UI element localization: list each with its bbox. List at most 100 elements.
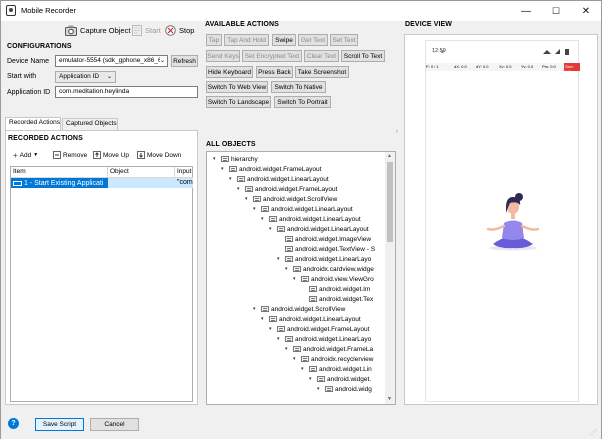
- node-icon: [285, 246, 293, 252]
- expand-chevron-icon[interactable]: ▾: [277, 256, 283, 262]
- tree-node[interactable]: android.widget.Im: [301, 284, 370, 294]
- start-button[interactable]: Start: [132, 23, 161, 37]
- tree-node[interactable]: ▾ android.widget.FrameLayout: [221, 164, 321, 174]
- expand-chevron-icon[interactable]: ▾: [253, 206, 259, 212]
- tree-node[interactable]: ▾ android.widget.LinearLayo: [277, 334, 371, 344]
- expand-chevron-icon[interactable]: ▾: [245, 196, 251, 202]
- sensor-dy: dY: 0.0: [476, 64, 489, 69]
- expand-chevron-icon[interactable]: ▾: [293, 276, 299, 282]
- help-icon[interactable]: ?: [8, 418, 19, 429]
- table-row[interactable]: 1 - Start Existing Applicati "com.m: [11, 178, 193, 188]
- save-script-button[interactable]: Save Script: [35, 418, 84, 431]
- expand-chevron-icon[interactable]: ▾: [317, 386, 323, 392]
- tree-node[interactable]: ▾ android.widget.LinearLayo: [277, 254, 371, 264]
- move-up-button[interactable]: Move Up: [93, 150, 129, 160]
- hide-keyboard-button[interactable]: Hide Keyboard: [206, 66, 253, 78]
- tree-node[interactable]: ▾ android.widget.FrameLa: [285, 344, 373, 354]
- column-header-object[interactable]: Object: [108, 167, 175, 178]
- take-screenshot-button[interactable]: Take Screenshot: [295, 66, 349, 78]
- expand-chevron-icon[interactable]: ▾: [269, 226, 275, 232]
- stop-button[interactable]: Stop: [165, 23, 194, 37]
- set-encrypted-text-button[interactable]: Set Encrypted Text: [242, 50, 302, 62]
- expand-chevron-icon[interactable]: ▾: [253, 306, 259, 312]
- swipe-button[interactable]: Swipe: [272, 34, 296, 46]
- switch-to-landscape-button[interactable]: Switch To Landscape: [206, 96, 271, 108]
- refresh-button[interactable]: Refresh: [171, 55, 198, 67]
- stop-label: Stop: [179, 25, 195, 35]
- expand-chevron-icon[interactable]: ▾: [269, 326, 275, 332]
- node-icon: [221, 156, 229, 162]
- capture-object-button[interactable]: Capture Object: [65, 23, 130, 37]
- remove-button[interactable]: Remove: [53, 150, 87, 160]
- node-icon: [245, 186, 253, 192]
- cancel-button[interactable]: Cancel: [90, 418, 139, 431]
- tree-node[interactable]: ▾ android.widget.LinearLayout: [269, 224, 369, 234]
- get-text-button[interactable]: Get Text: [298, 34, 328, 46]
- add-button[interactable]: + Add ▼: [13, 150, 38, 160]
- close-button[interactable]: ✕: [571, 1, 601, 21]
- send-keys-button[interactable]: Send Keys: [206, 50, 240, 62]
- tree-node[interactable]: ▾ androidx.recyclerview: [293, 354, 374, 364]
- column-header-item[interactable]: Item: [11, 167, 108, 178]
- tree-node[interactable]: ▾ android.widget.FrameLayout: [237, 184, 337, 194]
- tab-captured-objects[interactable]: Captured Objects: [62, 118, 118, 130]
- switch-to-native-button[interactable]: Switch To Native: [271, 81, 326, 93]
- tree-node[interactable]: ▾ android.widget.LinearLayout: [253, 204, 353, 214]
- expand-chevron-icon[interactable]: ▾: [309, 376, 315, 382]
- tree-node[interactable]: ▾ androidx.cardview.widge: [285, 264, 374, 274]
- minimize-button[interactable]: —: [511, 1, 541, 21]
- expand-chevron-icon[interactable]: ▾: [285, 346, 291, 352]
- expand-chevron-icon[interactable]: ▾: [237, 186, 243, 192]
- splitter-handle[interactable]: ‹: [396, 129, 401, 137]
- clear-text-button[interactable]: Clear Text: [304, 50, 339, 62]
- switch-to-web-view-button[interactable]: Switch To Web View: [206, 81, 268, 93]
- start-with-select[interactable]: Application ID ⌄: [55, 71, 116, 83]
- capture-object-label: Capture Object: [80, 25, 131, 35]
- switch-to-portrait-button[interactable]: Switch To Portrait: [274, 96, 331, 108]
- expand-chevron-icon[interactable]: ▾: [261, 216, 267, 222]
- tree-node[interactable]: android.widget.ImageView: [277, 234, 371, 244]
- set-text-button[interactable]: Set Text: [330, 34, 358, 46]
- expand-chevron-icon[interactable]: ▾: [277, 336, 283, 342]
- node-icon: [229, 166, 237, 172]
- resize-grip-icon[interactable]: ⋰: [591, 429, 599, 437]
- recorded-actions-panel: RECORDED ACTIONS + Add ▼ Remove Move Up: [5, 130, 198, 405]
- maximize-button[interactable]: ☐: [541, 1, 571, 21]
- tree-node[interactable]: ▾ android.widget.Lin: [301, 364, 372, 374]
- expand-chevron-icon[interactable]: ▾: [293, 356, 299, 362]
- tree-node-label: android.widget.FrameLayout: [287, 325, 370, 333]
- tree-node[interactable]: ▾ android.widget.: [309, 374, 371, 384]
- expand-chevron-icon[interactable]: ▾: [229, 176, 235, 182]
- expand-chevron-icon[interactable]: ▾: [221, 166, 227, 172]
- tree-node[interactable]: ▾ android.widget.FrameLayout: [269, 324, 369, 334]
- column-header-input[interactable]: Input: [175, 167, 193, 178]
- move-down-button[interactable]: Move Down: [137, 150, 181, 160]
- device-screen[interactable]: 12:59 P: 0 / 1 dX: 0.0 dY: 0.0 Xv: 0.0 Y…: [425, 40, 580, 402]
- tree-node[interactable]: ▾ android.widget.LinearLayout: [261, 314, 361, 324]
- scroll-down-icon[interactable]: ▼: [387, 396, 392, 402]
- scrollbar-thumb[interactable]: [387, 162, 393, 242]
- expand-chevron-icon[interactable]: ▾: [285, 266, 291, 272]
- tree-node[interactable]: android.widget.TextView - S: [277, 244, 375, 254]
- tree-node[interactable]: ▾ android.widg: [317, 384, 372, 394]
- tree-node[interactable]: ▾ android.widget.ScrollView: [245, 194, 337, 204]
- tree-node[interactable]: ▾ android.widget.LinearLayout: [229, 174, 329, 184]
- tree-node[interactable]: ▾ android.widget.ScrollView: [253, 304, 345, 314]
- tap-button[interactable]: Tap: [206, 34, 222, 46]
- tree-node[interactable]: ▾ android.view.ViewGro: [293, 274, 374, 284]
- expand-chevron-icon[interactable]: ▾: [301, 366, 307, 372]
- scroll-up-icon[interactable]: ▲: [387, 153, 392, 159]
- expand-chevron-icon[interactable]: ▾: [213, 156, 219, 162]
- tap-and-hold-button[interactable]: Tap And Hold: [224, 34, 269, 46]
- tree-node[interactable]: android.widget.Tex: [301, 294, 373, 304]
- scroll-to-text-button[interactable]: Scroll To Text: [341, 50, 385, 62]
- press-back-button[interactable]: Press Back: [256, 66, 293, 78]
- recorder-window: Mobile Recorder — ☐ ✕ Capture Object Sta…: [0, 0, 602, 439]
- tree-node[interactable]: ▾ hierarchy: [213, 154, 258, 164]
- tree-vertical-scrollbar[interactable]: ▲ ▼: [385, 152, 395, 404]
- expand-chevron-icon[interactable]: ▾: [261, 316, 267, 322]
- tree-node[interactable]: ▾ android.widget.LinearLayout: [261, 214, 361, 224]
- tab-recorded-actions[interactable]: Recorded Actions: [5, 117, 61, 130]
- device-name-select[interactable]: emulator-5554 (sdk_gphone_x86_6 ⌄: [55, 55, 168, 67]
- application-id-input[interactable]: com.meditation.heylinda: [55, 86, 198, 98]
